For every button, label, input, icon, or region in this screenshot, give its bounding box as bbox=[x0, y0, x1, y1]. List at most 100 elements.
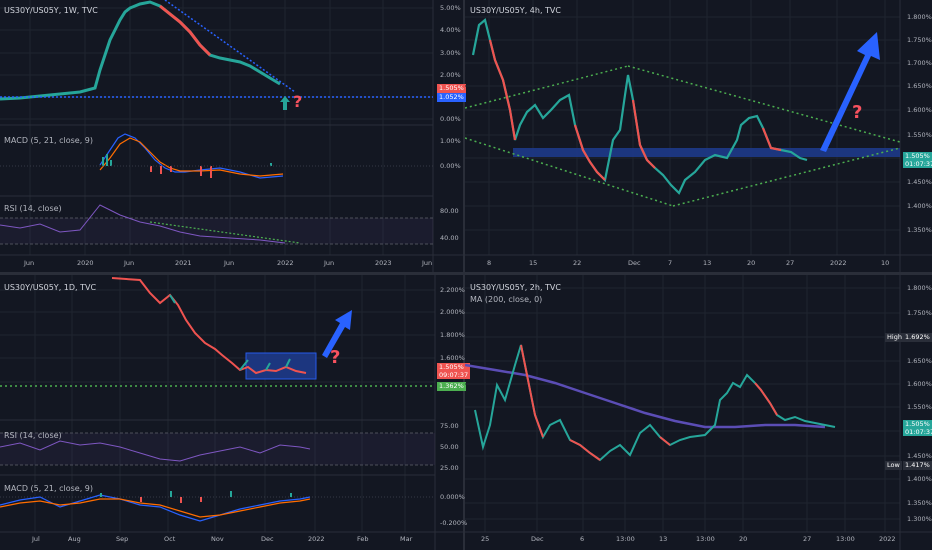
h4-price-series bbox=[471, 18, 808, 195]
h4-title: US30Y/US05Y, 4h, TVC bbox=[470, 6, 561, 15]
daily-price-tag-time: 09:07:37 bbox=[439, 371, 469, 379]
weekly-level-tag: 1.052% bbox=[437, 93, 466, 102]
macd-tick: 0.000% bbox=[440, 493, 465, 501]
weekly-price-series bbox=[0, 0, 281, 101]
h2-title: US30Y/US05Y, 2h, TVC bbox=[470, 283, 561, 292]
time-tick: 2022 bbox=[277, 259, 294, 267]
price-tick: 1.450% bbox=[907, 178, 932, 186]
time-tick: 13:00 bbox=[836, 535, 855, 543]
price-tick: 0.00% bbox=[440, 115, 461, 123]
time-tick: 7 bbox=[668, 259, 673, 267]
time-tick: 25 bbox=[481, 535, 490, 543]
h4-bullish-arrow-icon[interactable] bbox=[820, 32, 880, 152]
time-tick: 10 bbox=[881, 259, 890, 267]
daily-signal-line bbox=[0, 498, 311, 518]
h4-price-tag: 1.505% 01:07:37 bbox=[903, 152, 932, 168]
price-tick: 1.400% bbox=[907, 202, 932, 210]
time-tick: 27 bbox=[803, 535, 812, 543]
time-tick: 8 bbox=[487, 259, 492, 267]
time-tick: 2020 bbox=[77, 259, 94, 267]
h2-price-tag-time: 01:07:37 bbox=[905, 428, 932, 436]
time-tick: Feb bbox=[357, 535, 369, 543]
time-tick: Oct bbox=[164, 535, 176, 543]
h2-price-tag-value: 1.505% bbox=[905, 420, 930, 428]
daily-question-mark: ? bbox=[330, 347, 341, 368]
time-tick: Dec bbox=[531, 535, 544, 543]
weekly-title: US30Y/US05Y, 1W, TVC bbox=[4, 6, 98, 15]
time-tick: 2022 bbox=[308, 535, 325, 543]
time-tick: Mar bbox=[400, 535, 413, 543]
time-tick: Dec bbox=[628, 259, 641, 267]
daily-macd-label[interactable]: MACD (5, 21, close, 9) bbox=[4, 484, 93, 493]
price-tick: 2.000% bbox=[440, 308, 465, 316]
time-tick: 15 bbox=[529, 259, 538, 267]
price-tick: 1.650% bbox=[907, 357, 932, 365]
price-tick: 2.00% bbox=[440, 71, 461, 79]
time-tick: 6 bbox=[580, 535, 585, 543]
weekly-macd-label[interactable]: MACD (5, 21, close, 9) bbox=[4, 136, 93, 145]
price-tick: 1.300% bbox=[907, 515, 932, 523]
price-tick: 1.800% bbox=[907, 13, 932, 21]
price-tick: 1.600% bbox=[440, 354, 465, 362]
h4-chart[interactable] bbox=[465, 0, 932, 272]
rsi-tick: 50.00 bbox=[440, 443, 459, 451]
h2-high-label: High bbox=[885, 333, 904, 342]
rsi-tick: 40.00 bbox=[440, 234, 459, 242]
time-tick: 13 bbox=[703, 259, 712, 267]
price-tick: 1.750% bbox=[907, 309, 932, 317]
price-tick: 1.600% bbox=[907, 380, 932, 388]
h2-panel[interactable]: US30Y/US05Y, 2h, TVC MA (200, close, 0) … bbox=[465, 275, 932, 550]
time-tick: 13 bbox=[659, 535, 668, 543]
time-tick: Jun bbox=[324, 259, 335, 267]
price-tick: 1.350% bbox=[907, 499, 932, 507]
daily-consolidation-zone[interactable] bbox=[245, 352, 317, 380]
time-tick: 20 bbox=[739, 535, 748, 543]
time-tick: 2021 bbox=[175, 259, 192, 267]
h4-price-tag-time: 01:07:37 bbox=[905, 160, 932, 168]
h2-chart[interactable] bbox=[465, 275, 932, 550]
price-tick: 1.750% bbox=[907, 36, 932, 44]
daily-chart[interactable] bbox=[0, 275, 463, 550]
price-tick: 1.350% bbox=[907, 226, 932, 234]
price-tick: 3.00% bbox=[440, 49, 461, 57]
price-tick: 1.700% bbox=[907, 59, 932, 67]
macd-tick: -0.200% bbox=[440, 519, 468, 527]
weekly-price-tag: 1.505% bbox=[437, 84, 466, 93]
h2-price-series bbox=[474, 344, 836, 462]
price-tick: 1.800% bbox=[907, 284, 932, 292]
daily-rsi-label[interactable]: RSI (14, close) bbox=[4, 431, 62, 440]
h2-high-value: 1.692% bbox=[903, 333, 932, 342]
time-tick: 2022 bbox=[879, 535, 896, 543]
price-tick: 4.00% bbox=[440, 26, 461, 34]
macd-tick: 1.00% bbox=[440, 137, 461, 145]
h4-panel[interactable]: US30Y/US05Y, 4h, TVC ? 1.800% 1.750% 1.7… bbox=[465, 0, 932, 272]
price-tick: 1.400% bbox=[907, 475, 932, 483]
h2-ma-label[interactable]: MA (200, close, 0) bbox=[470, 295, 542, 304]
time-tick: Jun bbox=[124, 259, 135, 267]
daily-panel[interactable]: US30Y/US05Y, 1D, TVC RSI (14, close) MAC… bbox=[0, 275, 471, 550]
price-tick: 1.450% bbox=[907, 452, 932, 460]
weekly-panel[interactable]: US30Y/US05Y, 1W, TVC MACD (5, 21, close,… bbox=[0, 0, 466, 272]
h4-support-zone[interactable] bbox=[513, 148, 900, 157]
time-tick: Aug bbox=[68, 535, 81, 543]
price-tick: 1.550% bbox=[907, 131, 932, 139]
time-tick: 13:00 bbox=[616, 535, 635, 543]
weekly-rsi-label[interactable]: RSI (14, close) bbox=[4, 204, 62, 213]
price-tick: 1.650% bbox=[907, 82, 932, 90]
time-tick: 2022 bbox=[830, 259, 847, 267]
daily-price-tag-value: 1.505% bbox=[439, 363, 464, 371]
time-tick: Sep bbox=[116, 535, 129, 543]
rsi-tick: 75.00 bbox=[440, 422, 459, 430]
h2-moving-average-line bbox=[465, 363, 826, 429]
time-tick: Dec bbox=[261, 535, 274, 543]
weekly-up-arrow-icon bbox=[280, 96, 290, 110]
time-tick: Jul bbox=[32, 535, 40, 543]
time-tick: 2023 bbox=[375, 259, 392, 267]
time-tick: 20 bbox=[747, 259, 756, 267]
h2-low-label: Low bbox=[885, 461, 902, 470]
price-tick: 2.200% bbox=[440, 286, 465, 294]
macd-tick: 0.00% bbox=[440, 162, 461, 170]
h2-price-tag: 1.505% 01:07:37 bbox=[903, 420, 932, 436]
price-tick: 1.550% bbox=[907, 403, 932, 411]
time-tick: Nov bbox=[211, 535, 224, 543]
